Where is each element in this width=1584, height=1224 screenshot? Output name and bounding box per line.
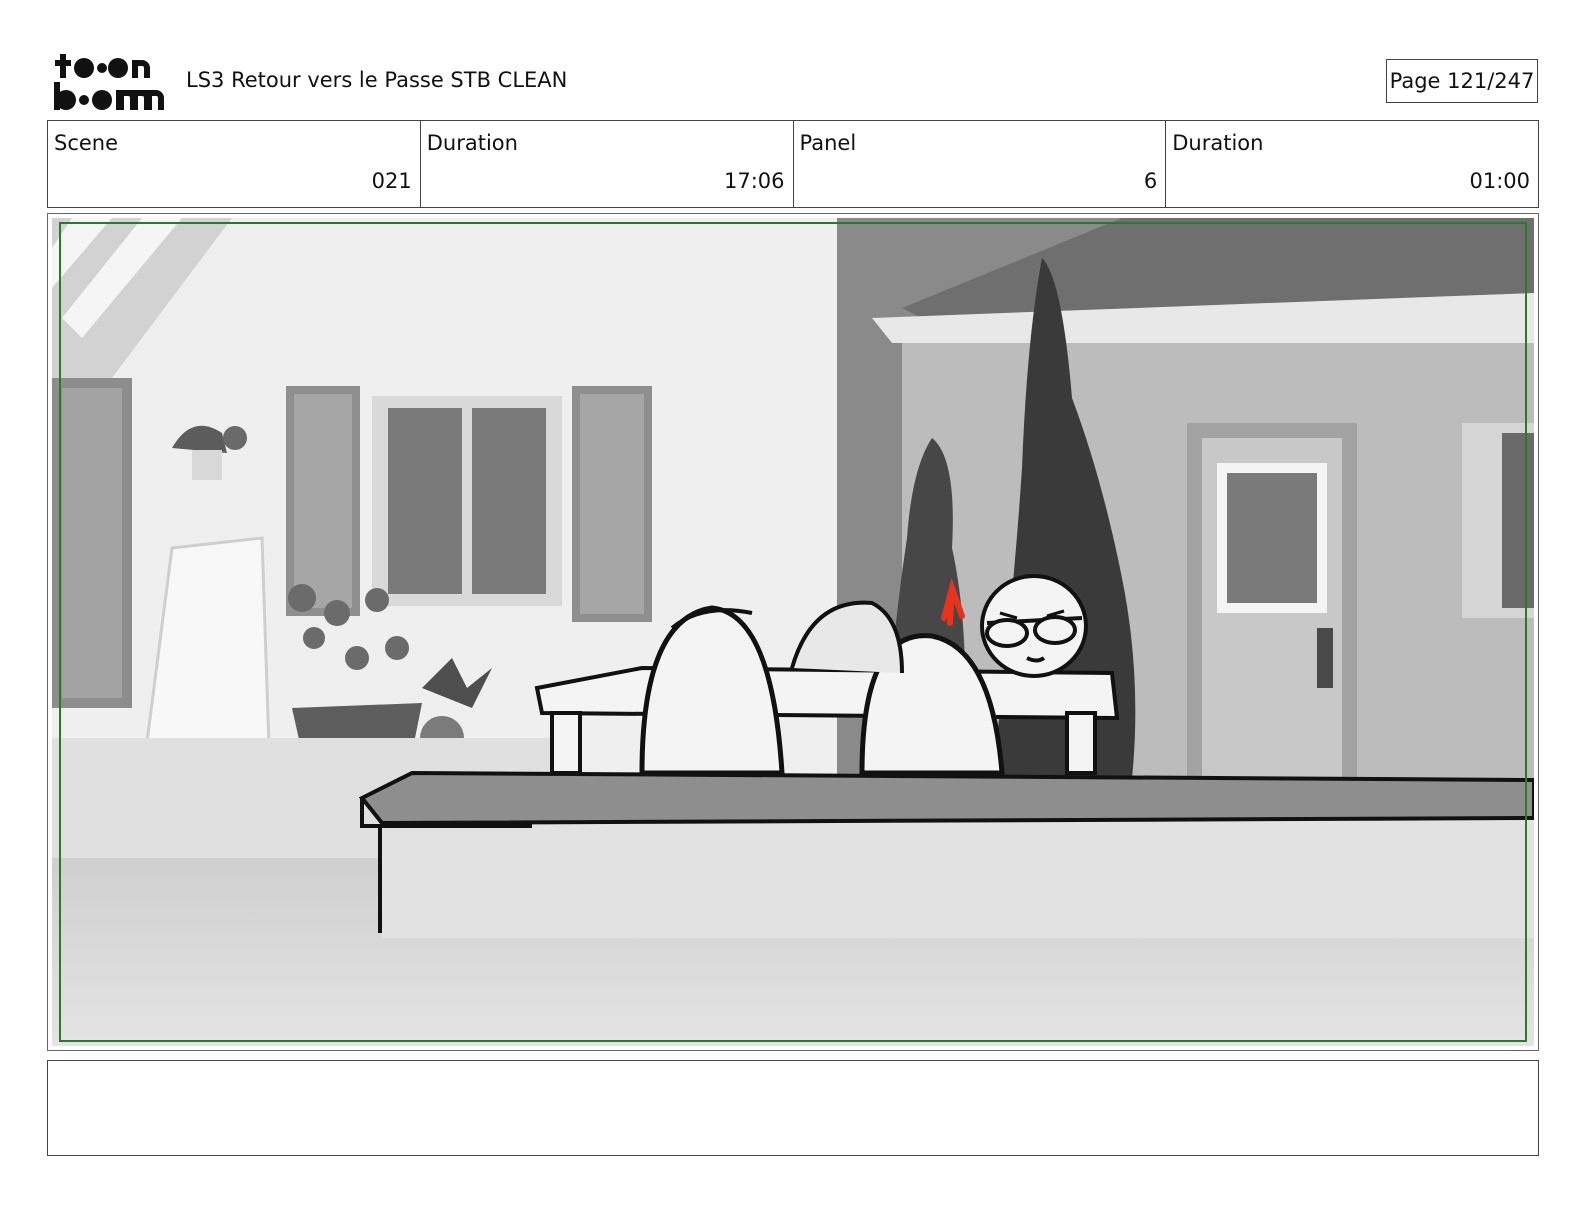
notes-box[interactable] (47, 1060, 1539, 1156)
page-counter: Page 121/247 (1386, 59, 1538, 103)
scene-duration-label: Duration (426, 131, 518, 155)
scene-label: Scene (54, 131, 119, 155)
scene-duration-value: 17:06 (723, 169, 785, 193)
panel-drawing (52, 218, 1534, 1046)
storyboard-panel (47, 213, 1539, 1051)
scene-cell: Scene 021 (48, 121, 421, 207)
info-row: Scene 021 Duration 17:06 Panel 6 Duratio… (47, 120, 1539, 208)
character-head (980, 574, 1088, 678)
document-title: LS3 Retour vers le Passe STB CLEAN (186, 68, 568, 92)
panel-duration-value: 01:00 (1469, 169, 1530, 193)
panel-value: 6 (1143, 169, 1158, 193)
scene-value: 021 (371, 169, 412, 193)
toon-boom-logo (54, 54, 164, 110)
panel-label: Panel (799, 131, 857, 155)
panel-duration-label: Duration (1172, 131, 1264, 155)
scene-duration-cell: Duration 17:06 (421, 121, 794, 207)
panel-duration-cell: Duration 01:00 (1166, 121, 1538, 207)
panel-cell: Panel 6 (794, 121, 1167, 207)
